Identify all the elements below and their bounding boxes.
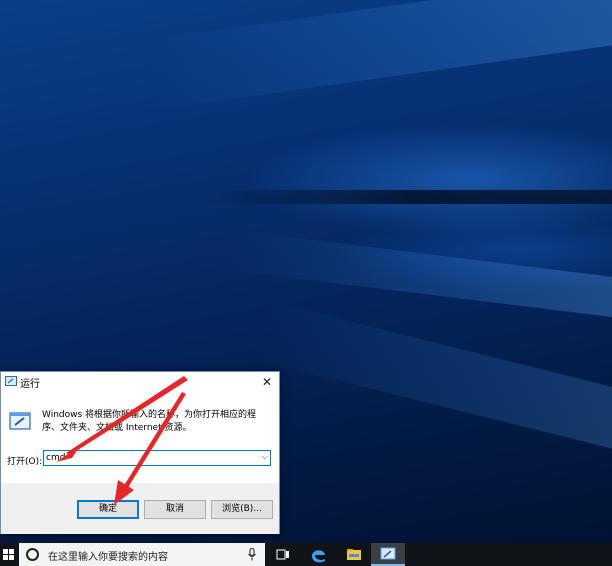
cortana-icon	[26, 548, 39, 561]
edge-icon[interactable]	[302, 543, 336, 566]
run-icon[interactable]	[371, 543, 405, 566]
command-input[interactable]	[46, 452, 246, 464]
microphone-icon[interactable]	[247, 548, 257, 561]
open-combobox[interactable]: ⌵	[43, 450, 271, 466]
ok-button[interactable]: 确定	[77, 500, 139, 519]
browse-button[interactable]: 浏览(B)...	[211, 500, 273, 519]
taskbar-search-box[interactable]: 在这里输入你要搜索的内容	[19, 543, 265, 566]
dialog-title: 运行	[20, 379, 40, 390]
dialog-button-bar: 确定 取消 浏览(B)...	[1, 483, 279, 534]
taskbar: 在这里输入你要搜索的内容	[0, 543, 612, 566]
run-dialog-titlebar[interactable]: 运行 ✕	[1, 372, 279, 392]
run-app-icon	[5, 376, 17, 386]
file-explorer-icon[interactable]	[337, 543, 371, 566]
wallpaper-dark-band	[200, 190, 612, 204]
wallpaper-light-beam	[252, 300, 612, 449]
cancel-button[interactable]: 取消	[144, 500, 206, 519]
task-view-icon[interactable]	[266, 543, 300, 566]
dialog-description: Windows 将根据你所输入的名称，为你打开相应的程序、文件夹、文档或 Int…	[42, 410, 257, 433]
close-button[interactable]: ✕	[259, 373, 275, 391]
windows-start-icon[interactable]	[0, 543, 18, 566]
run-dialog: 运行 ✕ Windows 将根据你所输入的名称，为你打开相应的程序、文件夹、文档…	[0, 371, 280, 534]
chevron-down-icon[interactable]: ⌵	[262, 452, 268, 462]
wallpaper-light-beam	[145, 0, 612, 110]
open-label: 打开(O):	[7, 457, 43, 467]
run-large-icon	[9, 412, 31, 430]
search-placeholder: 在这里输入你要搜索的内容	[48, 552, 168, 563]
